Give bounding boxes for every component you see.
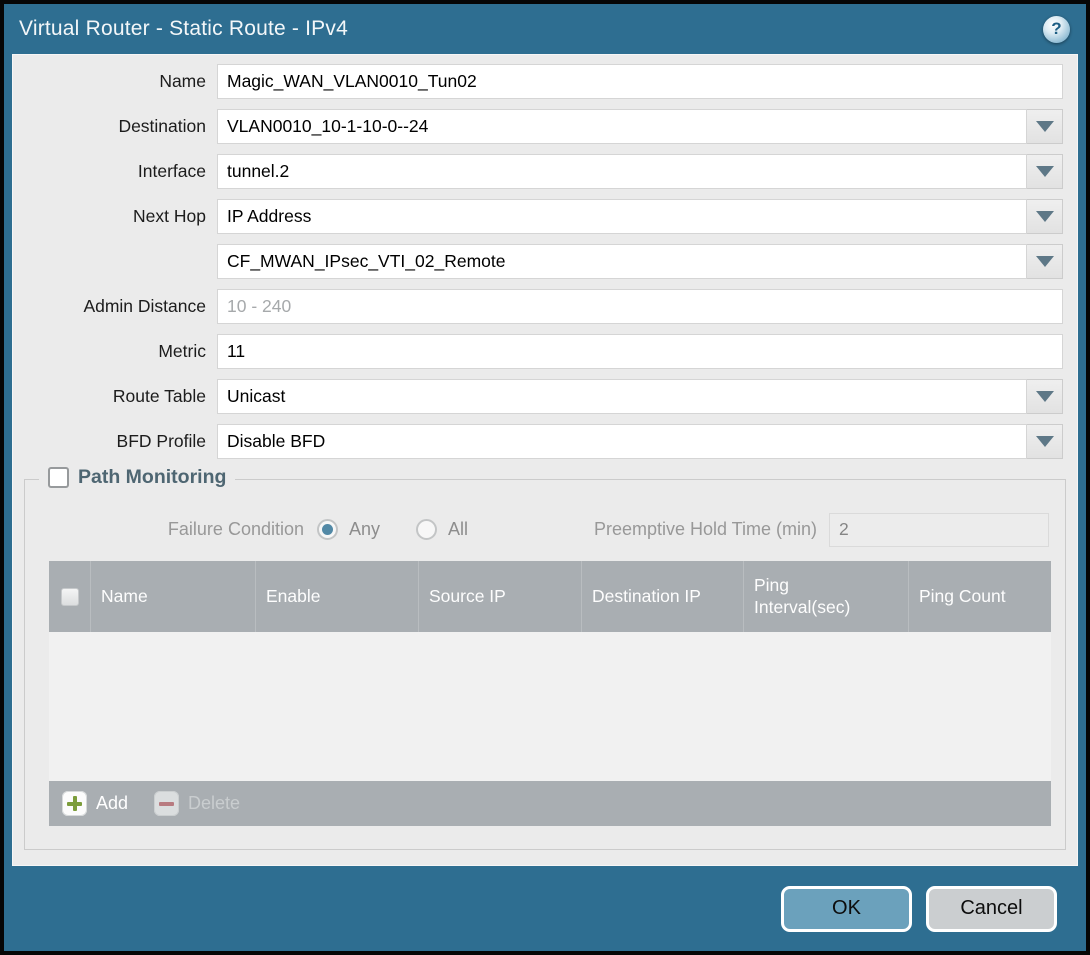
delete-button[interactable]: Delete — [154, 791, 240, 816]
next-hop-dropdown-button[interactable] — [1027, 199, 1063, 234]
path-monitoring-checkbox[interactable] — [48, 467, 69, 488]
interface-field-wrap — [217, 154, 1063, 189]
form-row-next-hop-address — [12, 244, 1063, 279]
preemptive-hold-time-input[interactable] — [829, 513, 1049, 547]
failure-condition-row: Failure Condition Any All Preemptive Hol… — [25, 512, 1049, 547]
dialog-title: Virtual Router - Static Route - IPv4 — [19, 17, 348, 41]
form-row-metric: Metric — [12, 334, 1063, 369]
name-label: Name — [12, 71, 217, 92]
route-table-field-wrap — [217, 379, 1063, 414]
dialog-frame: Virtual Router - Static Route - IPv4 ? N… — [4, 4, 1086, 951]
form-row-destination: Destination — [12, 109, 1063, 144]
path-monitoring-table: Name Enable Source IP Destination IP Pin… — [49, 561, 1051, 826]
next-hop-address-field-wrap — [217, 244, 1063, 279]
next-hop-type-input[interactable] — [217, 199, 1027, 234]
table-header-select-all — [49, 561, 91, 632]
select-all-checkbox[interactable] — [61, 588, 79, 606]
ok-button[interactable]: OK — [781, 886, 912, 932]
interface-label: Interface — [12, 161, 217, 182]
name-input[interactable] — [217, 64, 1063, 99]
dialog-footer: OK Cancel — [4, 866, 1086, 951]
dialog-body: Name Destination Interface — [12, 54, 1078, 866]
bfd-profile-dropdown-button[interactable] — [1027, 424, 1063, 459]
table-toolbar: Add Delete — [49, 781, 1051, 826]
bfd-profile-field-wrap — [217, 424, 1063, 459]
next-hop-address-input[interactable] — [217, 244, 1027, 279]
admin-distance-label: Admin Distance — [12, 296, 217, 317]
route-table-input[interactable] — [217, 379, 1027, 414]
destination-label: Destination — [12, 116, 217, 137]
titlebar: Virtual Router - Static Route - IPv4 ? — [4, 4, 1086, 54]
delete-button-label: Delete — [188, 793, 240, 814]
interface-dropdown-button[interactable] — [1027, 154, 1063, 189]
column-header-destination-ip: Destination IP — [582, 561, 744, 632]
chevron-down-icon — [1036, 166, 1054, 177]
next-hop-address-dropdown-button[interactable] — [1027, 244, 1063, 279]
form-row-admin-distance: Admin Distance — [12, 289, 1063, 324]
add-button-label: Add — [96, 793, 128, 814]
column-header-source-ip: Source IP — [419, 561, 582, 632]
plus-icon — [62, 791, 87, 816]
metric-field-wrap — [217, 334, 1063, 369]
add-button[interactable]: Add — [62, 791, 128, 816]
dialog-window: Virtual Router - Static Route - IPv4 ? N… — [0, 0, 1090, 955]
admin-distance-field-wrap — [217, 289, 1063, 324]
column-header-ping-interval: Ping Interval(sec) — [744, 561, 909, 632]
column-header-name: Name — [91, 561, 256, 632]
route-table-dropdown-button[interactable] — [1027, 379, 1063, 414]
path-monitoring-legend: Path Monitoring — [39, 466, 235, 489]
form-row-route-table: Route Table — [12, 379, 1063, 414]
chevron-down-icon — [1036, 256, 1054, 267]
chevron-down-icon — [1036, 391, 1054, 402]
chevron-down-icon — [1036, 211, 1054, 222]
name-field-wrap — [217, 64, 1063, 99]
failure-condition-any-radio[interactable] — [317, 519, 338, 540]
minus-icon — [154, 791, 179, 816]
column-header-enable: Enable — [256, 561, 419, 632]
failure-condition-any-label: Any — [349, 519, 380, 540]
form-row-next-hop: Next Hop — [12, 199, 1063, 234]
form-row-bfd-profile: BFD Profile — [12, 424, 1063, 459]
help-icon[interactable]: ? — [1043, 16, 1070, 43]
bfd-profile-label: BFD Profile — [12, 431, 217, 452]
failure-condition-all-label: All — [448, 519, 468, 540]
failure-condition-all-radio[interactable] — [416, 519, 437, 540]
form-row-name: Name — [12, 64, 1063, 99]
metric-label: Metric — [12, 341, 217, 362]
table-header-row: Name Enable Source IP Destination IP Pin… — [49, 561, 1051, 632]
route-table-label: Route Table — [12, 386, 217, 407]
bfd-profile-input[interactable] — [217, 424, 1027, 459]
path-monitoring-section: Path Monitoring Failure Condition Any Al… — [24, 479, 1066, 850]
metric-input[interactable] — [217, 334, 1063, 369]
next-hop-label: Next Hop — [12, 206, 217, 227]
table-body-empty — [49, 632, 1051, 781]
column-header-ping-count: Ping Count — [909, 561, 1051, 632]
preemptive-hold-time-label: Preemptive Hold Time (min) — [594, 519, 829, 540]
cancel-button[interactable]: Cancel — [926, 886, 1057, 932]
form-row-interface: Interface — [12, 154, 1063, 189]
failure-condition-label: Failure Condition — [25, 519, 317, 540]
chevron-down-icon — [1036, 121, 1054, 132]
interface-input[interactable] — [217, 154, 1027, 189]
destination-input[interactable] — [217, 109, 1027, 144]
path-monitoring-title: Path Monitoring — [78, 466, 226, 489]
admin-distance-input[interactable] — [217, 289, 1063, 324]
destination-field-wrap — [217, 109, 1063, 144]
next-hop-field-wrap — [217, 199, 1063, 234]
destination-dropdown-button[interactable] — [1027, 109, 1063, 144]
chevron-down-icon — [1036, 436, 1054, 447]
